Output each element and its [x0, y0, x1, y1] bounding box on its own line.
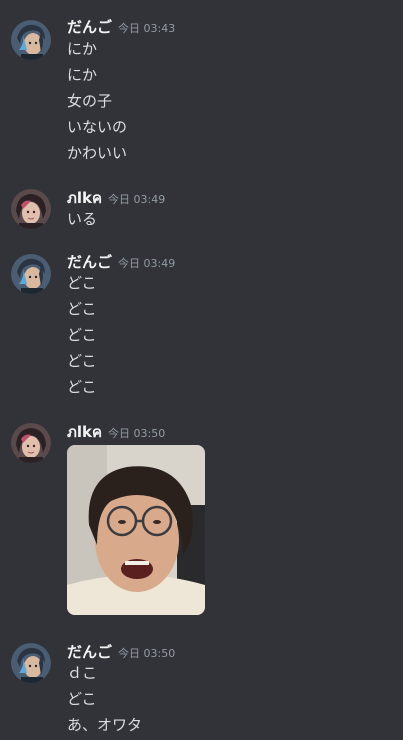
danngo-avatar-icon[interactable]	[11, 254, 51, 294]
message-text: どこ	[67, 690, 97, 708]
message-text: いる	[67, 210, 98, 228]
message-text: どこ	[67, 300, 97, 318]
username[interactable]: ภlkค	[67, 421, 102, 443]
timestamp: 今日 03:49	[118, 257, 176, 270]
nika-avatar-icon[interactable]	[11, 423, 51, 463]
message-text: どこ	[67, 378, 97, 396]
message-text: 女の子	[67, 92, 113, 110]
timestamp: 今日 03:49	[108, 193, 166, 206]
message-text: ｄこ	[67, 664, 98, 682]
danngo-avatar-icon[interactable]	[11, 20, 51, 60]
message-text: どこ	[67, 326, 97, 344]
message-text: かわいい	[67, 144, 128, 162]
message-text: にか	[67, 66, 98, 84]
image-attachment[interactable]	[67, 445, 205, 615]
nika-avatar-icon[interactable]	[11, 189, 51, 229]
message-text: あ、オワタ	[67, 716, 143, 734]
username[interactable]: だんご	[67, 16, 112, 38]
message-text: いないの	[67, 118, 128, 136]
chat-message-list: だんご 今日 03:43 にか にか 女の子 いないの かわいい ภlkค 今日…	[0, 0, 403, 740]
danngo-avatar-icon[interactable]	[11, 643, 51, 683]
message-text: どこ	[67, 352, 97, 370]
message-text: にか	[67, 40, 98, 58]
message-text: どこ	[67, 274, 97, 292]
timestamp: 今日 03:50	[108, 427, 166, 440]
